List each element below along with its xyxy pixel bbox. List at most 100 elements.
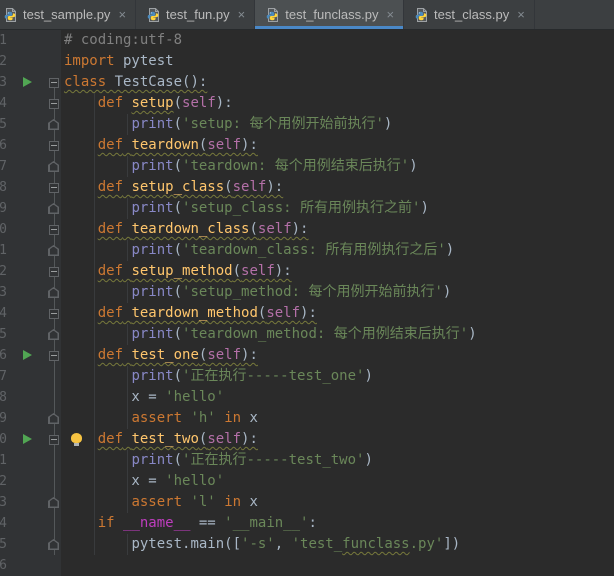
code-line[interactable]: 4 def setup(self): [0,93,614,114]
code-line[interactable]: 5 print('setup: 每个用例开始前执行') [0,114,614,135]
code-line[interactable]: 17 print('正在执行-----test_one') [0,366,614,387]
code-token: def [97,263,124,279]
run-arrow-icon[interactable] [23,350,32,360]
fold-collapse-icon[interactable] [49,183,59,193]
code-line[interactable]: 6 def teardown(self): [0,135,614,156]
code-line[interactable]: 14 def teardown_method(self): [0,303,614,324]
fold-collapse-icon[interactable] [49,225,59,235]
code-line[interactable]: 18 x = 'hello' [0,387,614,408]
code-token: pytest [114,53,174,69]
code-token: self [257,221,292,237]
code-line[interactable]: 13 print('setup_method: 每个用例开始前执行') [0,282,614,303]
fold-end-icon[interactable] [48,329,59,340]
code-line[interactable]: 25 pytest.main(['-s', 'test_funclass.py'… [0,534,614,555]
fold-collapse-icon[interactable] [49,435,59,445]
fold-end-icon[interactable] [48,245,59,256]
tab-close-icon[interactable]: × [517,8,525,21]
code-line[interactable]: 7 print('teardown: 每个用例结束后执行') [0,156,614,177]
code-token: x = [64,473,166,489]
fold-end-icon[interactable] [48,119,59,130]
fold-end-icon[interactable] [48,497,59,508]
code-token: ( [173,368,183,384]
code-token: ) [420,200,429,216]
code-text: def teardown(self): [61,135,258,156]
code-line[interactable]: 3 class TestCase(): [0,72,614,93]
code-line[interactable]: 10 def teardown_class(self): [0,219,614,240]
code-token: __name__ [123,515,191,531]
code-line[interactable]: 15 print('teardown_method: 每个用例结束后执行') [0,324,614,345]
code-line[interactable]: 23 assert 'l' in x [0,492,614,513]
line-number: 4 [0,96,7,111]
code-line[interactable]: 21 print('正在执行-----test_two') [0,450,614,471]
tab-close-icon[interactable]: × [118,8,126,21]
fold-end-icon[interactable] [48,413,59,424]
code-token: print [131,452,174,468]
code-line[interactable]: 1 # coding:utf-8 [0,30,614,51]
code-token: test_one [131,347,199,363]
code-line[interactable]: 16 def test_one(self): [0,345,614,366]
code-line[interactable]: 19 assert 'h' in x [0,408,614,429]
code-line[interactable]: 20 def test_two(self): [0,429,614,450]
fold-end-icon[interactable] [48,161,59,172]
code-token: self [182,95,216,111]
code-token: self [232,179,267,195]
code-token: '正在执行-----test_two' [182,452,365,468]
code-line[interactable]: 22 x = 'hello' [0,471,614,492]
editor-gutter: 16 [0,345,61,366]
fold-collapse-icon[interactable] [49,309,59,319]
code-line[interactable]: 12 def setup_method(self): [0,261,614,282]
fold-collapse-icon[interactable] [49,99,59,109]
fold-end-icon[interactable] [48,203,59,214]
code-token: ( [173,452,183,468]
editor-tab-bar: test_sample.py × test_fun.py × test_funclass… [0,0,614,30]
line-number: 14 [0,306,7,321]
code-text: x = 'hello' [61,387,224,408]
run-arrow-icon[interactable] [23,77,32,87]
fold-collapse-icon[interactable] [49,267,59,277]
code-line[interactable]: 2 import pytest [0,51,614,72]
code-token: print [131,116,174,132]
fold-collapse-icon[interactable] [49,141,59,151]
tab-test_funclass-py[interactable]: test_funclass.py × [255,0,405,29]
code-token: funclass [342,536,410,552]
editor-gutter: 6 [0,135,61,156]
code-token: setup_method [131,263,233,279]
tab-test_sample-py[interactable]: test_sample.py × [0,0,137,29]
code-text: print('正在执行-----test_two') [61,450,372,471]
fold-end-icon[interactable] [48,287,59,298]
fold-end-icon[interactable] [48,539,59,550]
code-token: self [266,305,301,321]
code-editor[interactable]: 1 # coding:utf-8 2 import pytest 3 class Test… [0,30,614,576]
editor-gutter: 20 [0,429,61,450]
code-token: def [97,305,124,321]
line-number: 15 [0,327,7,342]
tab-test_fun-py[interactable]: test_fun.py × [136,0,256,29]
code-token: ): [266,179,284,195]
code-text: print('teardown: 每个用例结束后执行') [61,156,417,177]
code-text: print('teardown_method: 每个用例结束后执行') [61,324,476,345]
python-file-icon [145,7,161,23]
fold-collapse-icon[interactable] [49,78,59,88]
lightbulb-icon[interactable] [71,433,82,446]
code-line[interactable]: 26 [0,555,614,576]
code-token: # coding:utf-8 [64,32,183,48]
code-line[interactable]: 9 print('setup_class: 所有用例执行之前') [0,198,614,219]
line-number: 8 [0,180,7,195]
code-line[interactable]: 11 print('teardown_class: 所有用例执行之后') [0,240,614,261]
run-arrow-icon[interactable] [23,434,32,444]
code-text: import pytest [61,51,174,72]
tab-close-icon[interactable]: × [386,8,394,21]
tab-test_class-py[interactable]: test_class.py × [404,0,535,29]
code-token: if [97,515,115,531]
code-line[interactable]: 8 def setup_class(self): [0,177,614,198]
code-line[interactable]: 24 if __name__ == '__main__': [0,513,614,534]
fold-collapse-icon[interactable] [49,351,59,361]
tab-close-icon[interactable]: × [238,8,246,21]
tab-label: test_fun.py [166,7,230,22]
